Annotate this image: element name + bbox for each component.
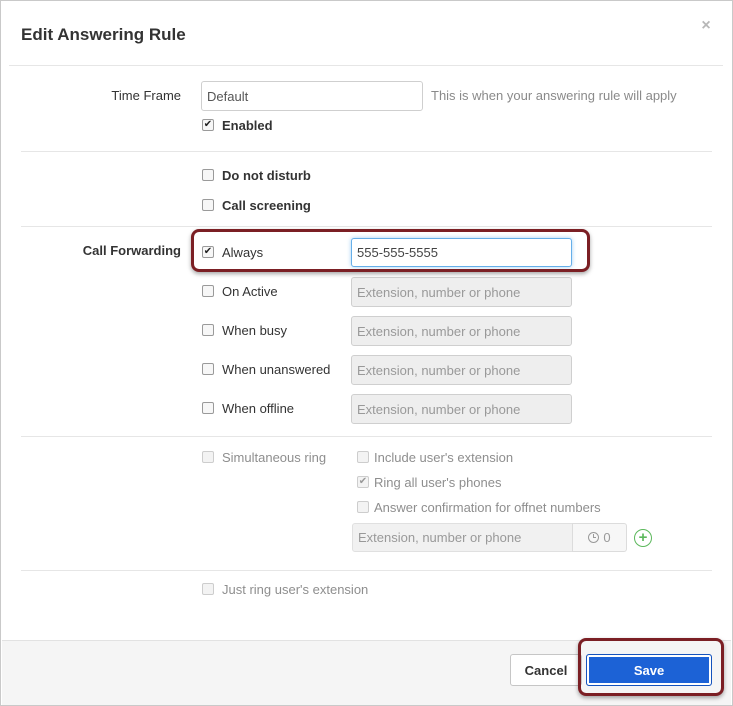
when-offline-checkbox[interactable]: When offline: [202, 398, 294, 418]
when-unanswered-label: When unanswered: [222, 361, 331, 377]
save-button[interactable]: Save: [586, 654, 712, 686]
on-active-label: On Active: [222, 283, 278, 299]
when-unanswered-checkbox[interactable]: When unanswered: [202, 359, 330, 379]
ring-all-phones-checkbox[interactable]: ✔ Ring all user's phones: [357, 472, 502, 492]
include-extension-checkbox[interactable]: Include user's extension: [357, 447, 513, 467]
checkbox-box: [202, 324, 214, 336]
ring-timer-value: 0: [603, 530, 611, 545]
simultaneous-number-input[interactable]: [352, 523, 573, 552]
header-divider: [9, 65, 723, 66]
on-active-checkbox[interactable]: On Active: [202, 281, 278, 301]
checkbox-box: [202, 285, 214, 297]
answer-confirmation-checkbox[interactable]: Answer confirmation for offnet numbers: [357, 497, 601, 517]
time-frame-label: Time Frame: [111, 88, 181, 103]
section-divider: [21, 436, 712, 437]
call-screening-checkbox[interactable]: Call screening: [202, 195, 311, 215]
checkbox-box: [202, 169, 214, 181]
when-unanswered-input[interactable]: [351, 355, 572, 385]
checkbox-box: [202, 402, 214, 414]
check-icon: ✔: [357, 476, 369, 488]
always-forward-input[interactable]: [351, 238, 572, 267]
just-ring-extension-label: Just ring user's extension: [222, 581, 369, 597]
on-active-input[interactable]: [351, 277, 572, 307]
include-extension-label: Include user's extension: [374, 449, 514, 465]
do-not-disturb-checkbox[interactable]: Do not disturb: [202, 165, 311, 185]
check-icon: ✔: [202, 119, 214, 131]
plus-circle-icon[interactable]: +: [634, 529, 652, 547]
ring-all-phones-label: Ring all user's phones: [374, 474, 502, 490]
dialog-title: Edit Answering Rule: [21, 25, 186, 44]
section-divider: [21, 570, 712, 571]
checkbox-box: [202, 199, 214, 211]
call-screening-label: Call screening: [222, 197, 311, 213]
clock-icon: [588, 532, 600, 543]
cancel-button[interactable]: Cancel: [510, 654, 582, 686]
enabled-label: Enabled: [222, 117, 273, 133]
checkbox-box: [202, 583, 214, 595]
dialog-header: Edit Answering Rule ×: [1, 1, 732, 65]
just-ring-extension-checkbox[interactable]: Just ring user's extension: [202, 579, 368, 599]
close-icon[interactable]: ×: [698, 17, 714, 37]
simultaneous-ring-checkbox[interactable]: Simultaneous ring: [202, 447, 326, 467]
answer-confirmation-label: Answer confirmation for offnet numbers: [374, 499, 601, 515]
do-not-disturb-label: Do not disturb: [222, 167, 311, 183]
call-forwarding-label: Call Forwarding: [82, 243, 181, 258]
ring-timer-addon[interactable]: 0: [572, 523, 627, 552]
when-busy-checkbox[interactable]: When busy: [202, 320, 287, 340]
time-frame-help: This is when your answering rule will ap…: [431, 88, 677, 103]
always-label: Always: [222, 244, 264, 260]
simultaneous-ring-label: Simultaneous ring: [222, 449, 327, 465]
section-divider: [21, 151, 712, 152]
checkbox-box: [202, 363, 214, 375]
when-busy-label: When busy: [222, 322, 288, 338]
always-checkbox[interactable]: ✔ Always: [202, 242, 263, 262]
checkbox-box: [202, 451, 214, 463]
checkbox-box: [357, 501, 369, 513]
section-divider: [21, 226, 712, 227]
enabled-checkbox[interactable]: ✔ Enabled: [202, 115, 273, 135]
edit-answering-rule-dialog: Edit Answering Rule × Time Frame This is…: [0, 0, 733, 706]
when-offline-label: When offline: [222, 400, 295, 416]
when-offline-input[interactable]: [351, 394, 572, 424]
when-busy-input[interactable]: [351, 316, 572, 346]
time-frame-input[interactable]: [201, 81, 423, 111]
checkbox-box: [357, 451, 369, 463]
check-icon: ✔: [202, 246, 214, 258]
